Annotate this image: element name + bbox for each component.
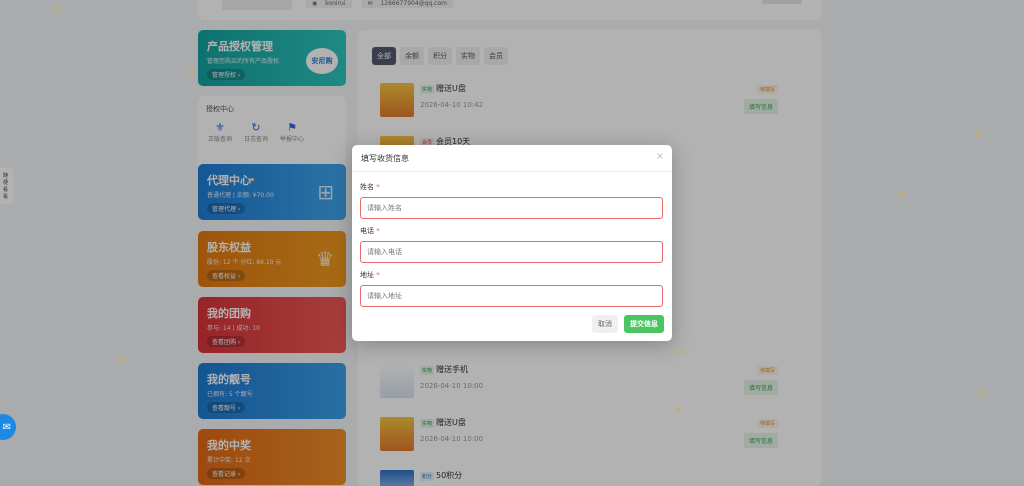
leaf-decoration: [120, 358, 124, 361]
leaf-decoration: [900, 192, 904, 195]
name-input[interactable]: [360, 197, 663, 219]
address-input[interactable]: [360, 285, 663, 307]
field-label: 电话: [360, 227, 374, 235]
leaf-decoration: [676, 408, 680, 411]
leaf-decoration: [680, 350, 684, 353]
field-label: 地址: [360, 271, 374, 279]
leaf-decoration: [975, 132, 979, 135]
address-field: 地址 *: [360, 270, 664, 307]
field-label: 姓名: [360, 183, 374, 191]
submit-button[interactable]: 提交信息: [624, 315, 664, 333]
close-icon[interactable]: ×: [656, 151, 664, 162]
chat-icon: ✉: [2, 421, 11, 433]
leaf-decoration: [190, 68, 194, 71]
phone-field: 电话 *: [360, 226, 664, 263]
leaf-decoration: [55, 8, 59, 11]
cancel-button[interactable]: 取消: [592, 315, 618, 333]
shipping-info-modal: 填写收货信息 × 姓名 * 电话 * 地址 * 取消 提交信息: [352, 145, 672, 341]
modal-title: 填写收货信息: [361, 154, 409, 163]
leaf-decoration: [980, 392, 984, 395]
leaf-decoration: [250, 178, 254, 181]
phone-input[interactable]: [360, 241, 663, 263]
name-field: 姓名 *: [360, 182, 664, 219]
